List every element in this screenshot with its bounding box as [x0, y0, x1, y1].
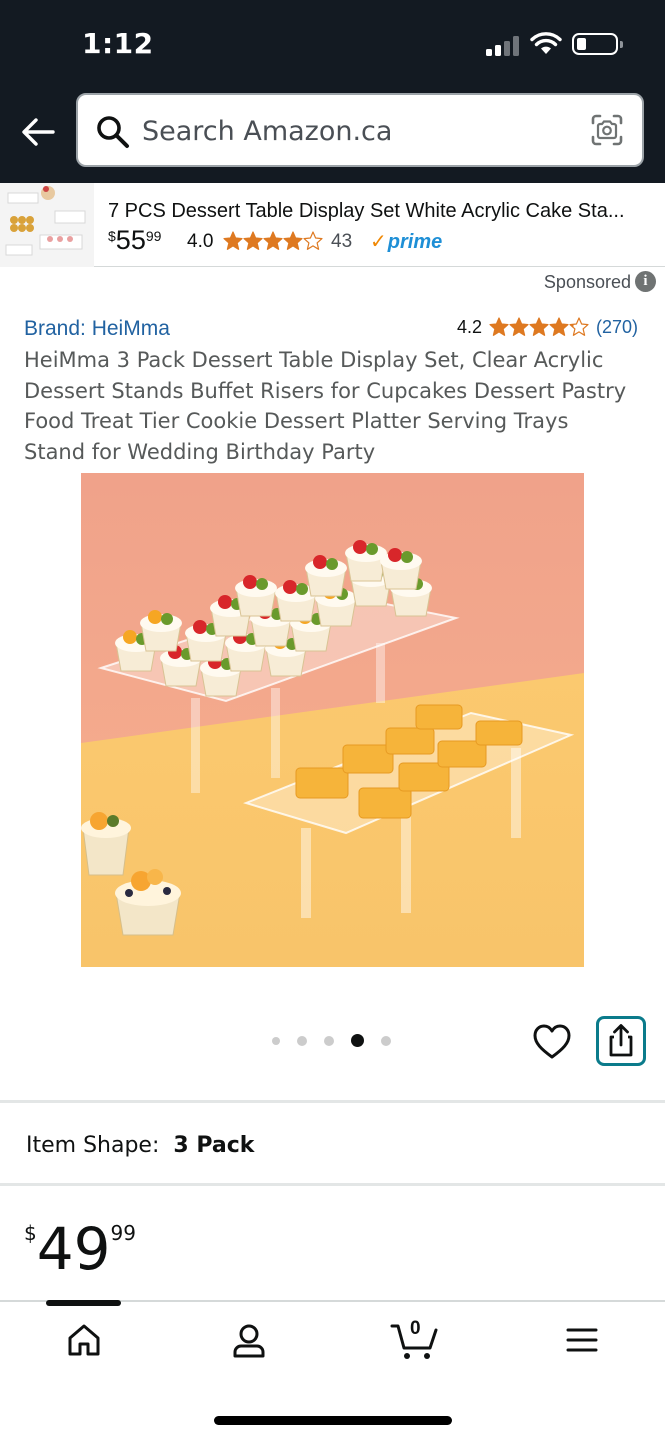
pager-dot[interactable]	[297, 1035, 307, 1046]
wifi-icon	[530, 32, 562, 54]
item-shape-value: 3 Pack	[173, 1133, 255, 1158]
rating-value: 4.2	[457, 317, 483, 337]
star-icon	[283, 231, 303, 250]
item-shape-selector[interactable]: Item Shape: 3 Pack	[26, 1133, 254, 1158]
sponsored-label: Sponsored	[543, 272, 631, 292]
ad-star-rating	[223, 231, 323, 251]
image-pager-dots[interactable]	[272, 1034, 408, 1047]
share-button[interactable]	[596, 1016, 646, 1066]
ad-title[interactable]: 7 PCS Dessert Table Display Set White Ac…	[108, 200, 648, 223]
star-icon	[509, 317, 529, 336]
pager-dot[interactable]	[324, 1035, 334, 1046]
brand-link[interactable]: Brand: HeiMma	[24, 317, 170, 341]
top-header: 1:12 Search Amazon.ca	[0, 0, 665, 183]
star-icon	[549, 317, 569, 336]
search-bar[interactable]: Search Amazon.ca	[76, 93, 644, 167]
ad-rating-value: 4.0	[187, 231, 214, 252]
account-icon[interactable]	[231, 1322, 267, 1358]
signal-icon	[486, 34, 520, 56]
pager-dot-active[interactable]	[351, 1034, 364, 1047]
pager-dot[interactable]	[272, 1036, 280, 1045]
star-icon	[303, 231, 323, 250]
home-indicator-bar	[214, 1416, 452, 1425]
wishlist-heart-icon[interactable]	[533, 1024, 571, 1060]
prime-check-icon: ✓	[370, 231, 387, 253]
prime-badge: ✓prime	[370, 231, 443, 253]
pager-dot[interactable]	[381, 1035, 391, 1046]
search-input[interactable]: Search Amazon.ca	[142, 116, 392, 147]
star-icon	[489, 317, 509, 336]
active-tab-indicator	[46, 1300, 121, 1306]
star-icon	[243, 231, 263, 250]
star-icon	[223, 231, 243, 250]
search-icon	[97, 116, 129, 148]
back-arrow-icon[interactable]	[20, 114, 56, 150]
section-divider	[0, 1100, 665, 1103]
ad-price: $5599	[108, 225, 162, 255]
rating-count-link[interactable]: (270)	[596, 317, 638, 338]
product-price: $4999	[24, 1215, 136, 1283]
info-icon[interactable]: i	[635, 271, 656, 292]
menu-icon[interactable]	[566, 1327, 598, 1353]
sponsored-ad-strip[interactable]	[0, 183, 665, 267]
battery-icon	[572, 33, 623, 55]
ad-product-thumbnail[interactable]	[0, 183, 94, 267]
cart-count-badge: 0	[410, 1318, 421, 1339]
status-time: 1:12	[82, 27, 154, 60]
section-divider	[0, 1183, 665, 1186]
share-icon	[609, 1024, 633, 1057]
star-icon	[263, 231, 283, 250]
product-star-rating[interactable]	[489, 317, 589, 337]
camera-search-icon[interactable]	[590, 113, 624, 147]
product-title: HeiMma 3 Pack Dessert Table Display Set,…	[24, 348, 627, 464]
star-icon	[569, 317, 589, 336]
home-icon[interactable]	[66, 1322, 102, 1358]
star-icon	[529, 317, 549, 336]
product-image[interactable]	[81, 473, 584, 967]
ad-review-count: 43	[331, 231, 353, 252]
